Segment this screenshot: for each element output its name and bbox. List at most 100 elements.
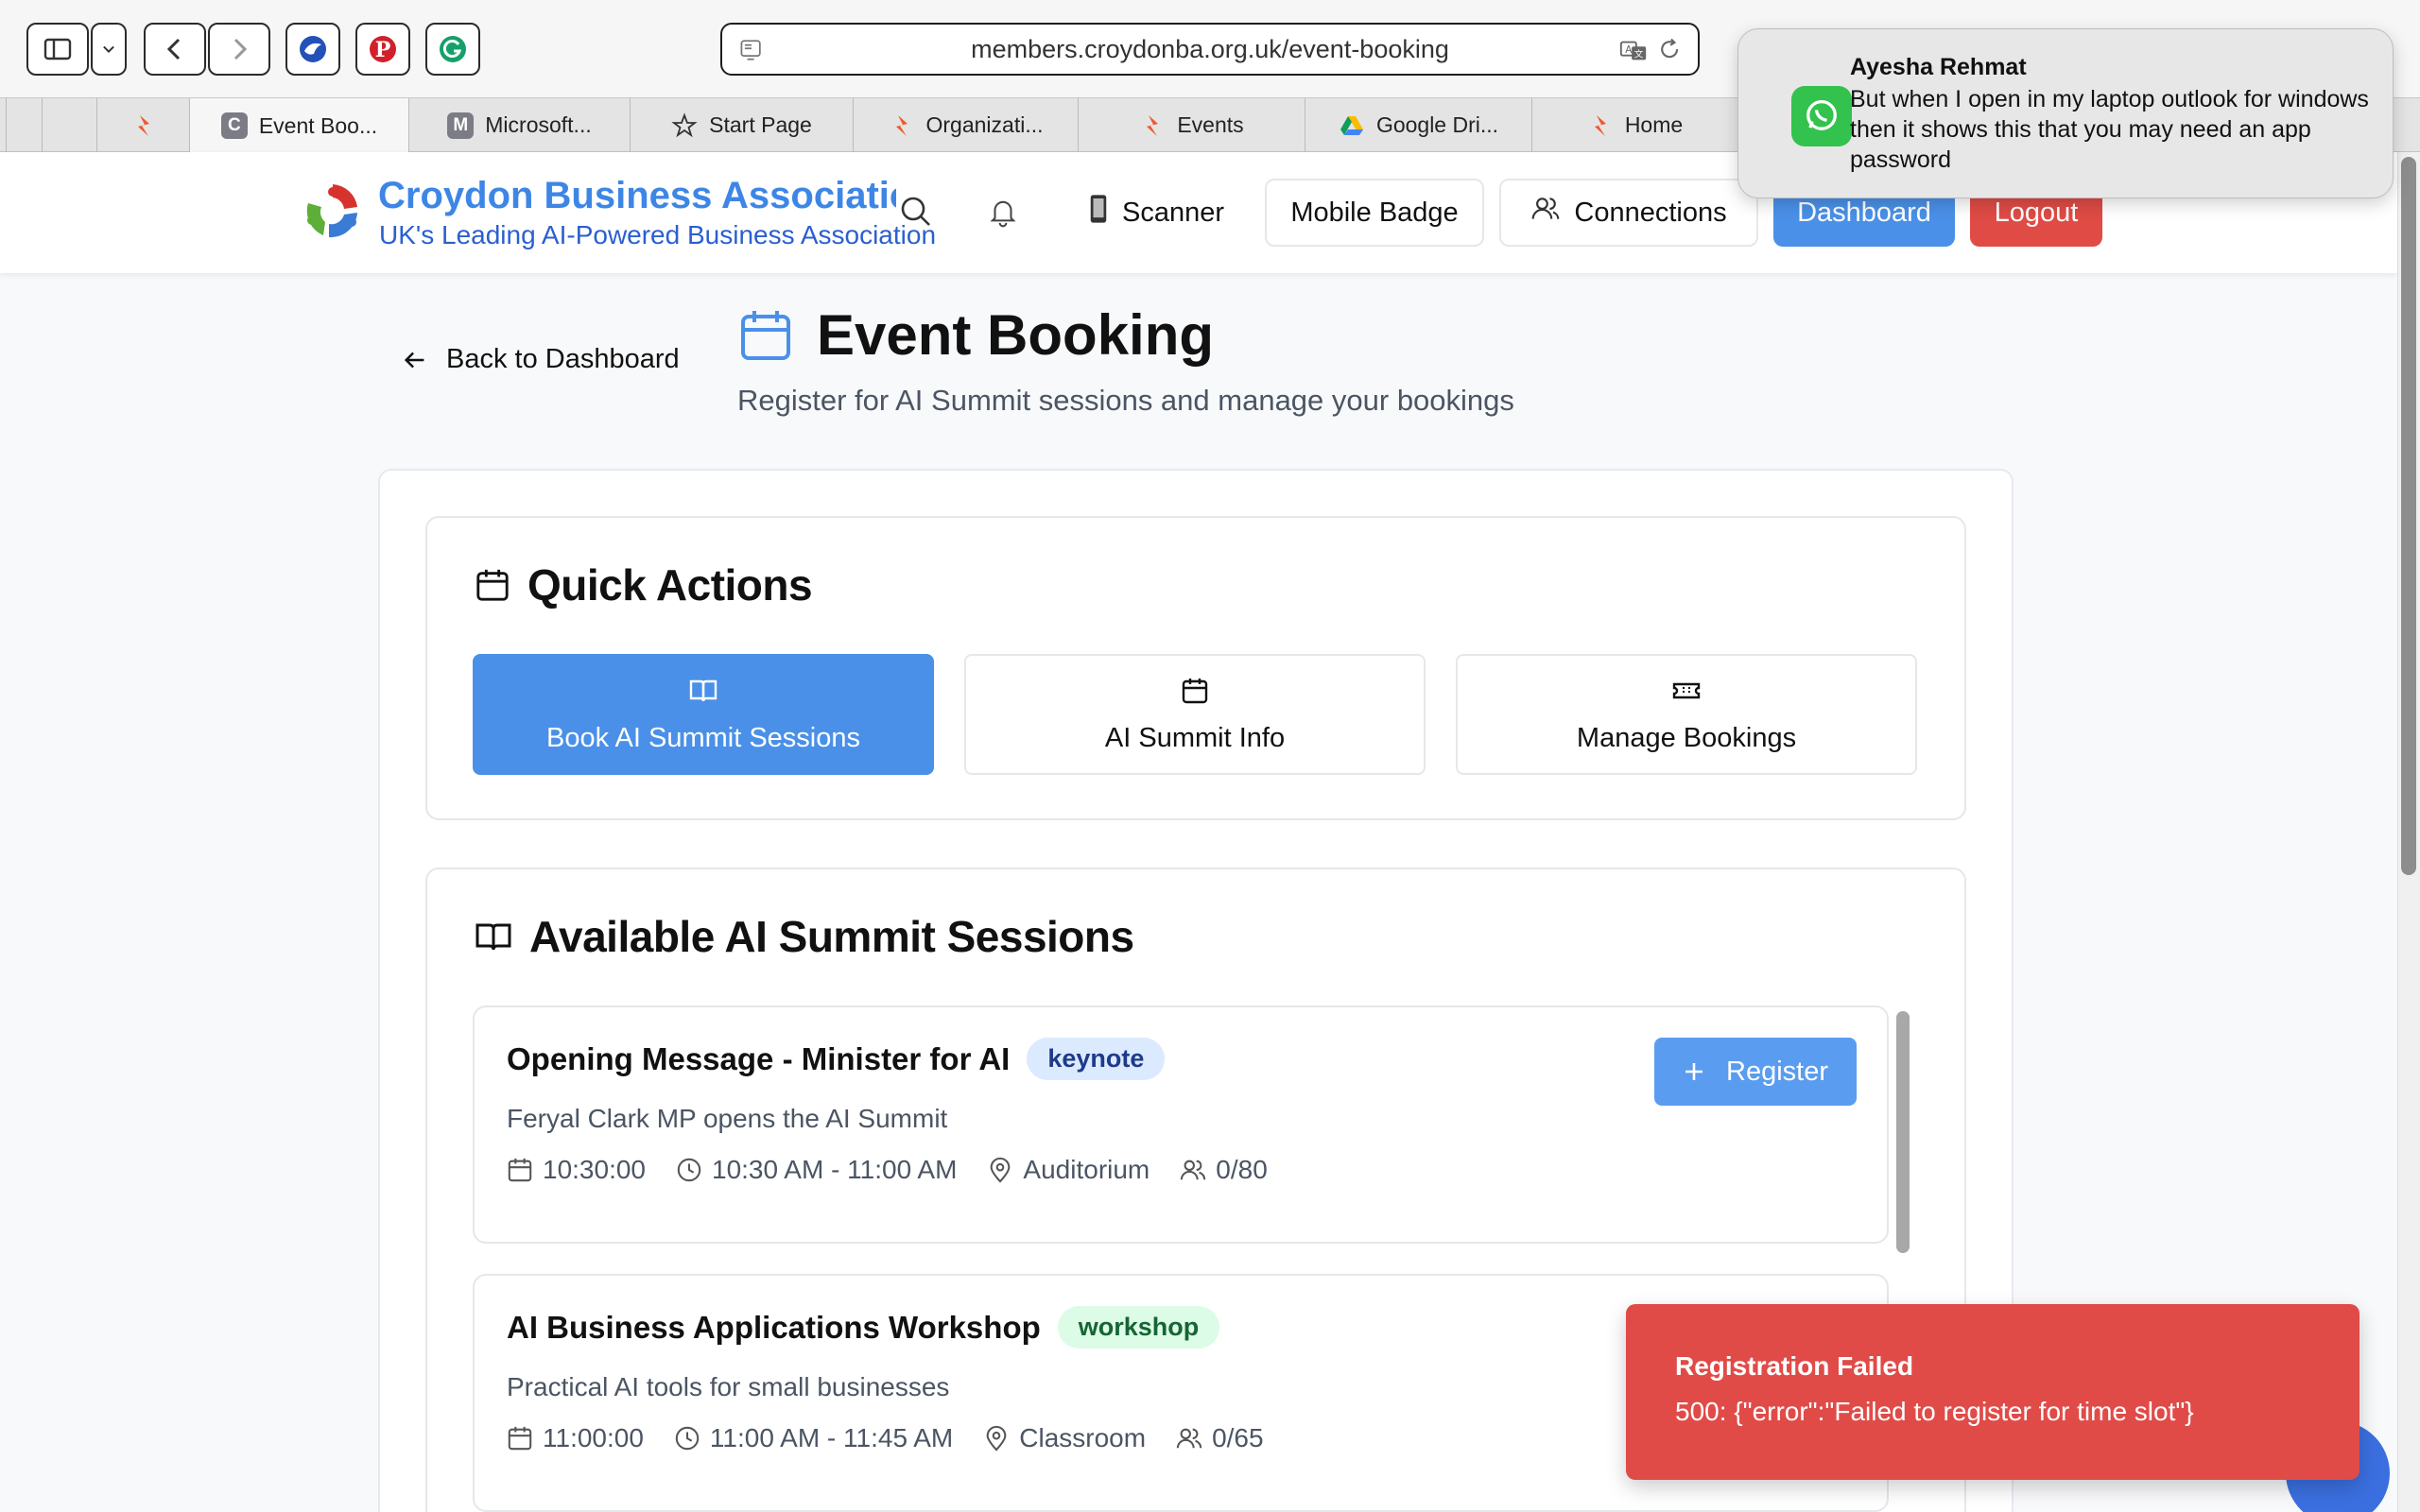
tab-events[interactable]: Events <box>1078 98 1305 152</box>
tab-event-booking[interactable]: C Event Boo... <box>189 98 408 153</box>
plus-icon <box>1685 1063 1703 1080</box>
connections-label: Connections <box>1574 197 1727 228</box>
back-label: Back to Dashboard <box>446 344 680 374</box>
chevron-down-icon <box>103 45 114 53</box>
brand-title[interactable]: Croydon Business Association <box>378 175 896 217</box>
letter-m-icon: M <box>447 112 475 139</box>
url-bar[interactable]: members.croydonba.org.uk/event-booking A… <box>720 23 1700 76</box>
dashboard-label: Dashboard <box>1797 197 1931 228</box>
extension-button[interactable] <box>285 23 340 76</box>
notification-message: But when I open in my laptop outlook for… <box>1850 86 2369 173</box>
back-button[interactable] <box>144 23 206 76</box>
flame-icon <box>1587 112 1614 139</box>
page-subtitle: Register for AI Summit sessions and mana… <box>737 384 1514 417</box>
session-location: Classroom <box>1019 1423 1147 1452</box>
tab-google-drive[interactable]: Google Dri... <box>1305 98 1531 152</box>
session-date: 10:30:00 <box>543 1155 646 1184</box>
chevron-left-icon <box>166 38 181 60</box>
session-time: 11:00 AM - 11:45 AM <box>709 1423 954 1452</box>
session-description: Practical AI tools for small businesses <box>507 1372 950 1401</box>
page-scroll-thumb[interactable] <box>2401 157 2416 875</box>
calendar-icon <box>508 1426 532 1451</box>
back-to-dashboard-link[interactable]: Back to Dashboard <box>401 344 680 375</box>
ticket-icon <box>1672 682 1701 698</box>
whatsapp-icon <box>1791 86 1852 146</box>
calendar-icon <box>1182 678 1208 703</box>
users-icon <box>1181 1160 1206 1180</box>
users-icon <box>1176 1428 1202 1449</box>
tab-label: Google Dri... <box>1375 112 1499 137</box>
mobile-phone-icon <box>1088 193 1109 232</box>
page-icon <box>740 40 761 60</box>
error-toast[interactable]: Registration Failed 500: {"error":"Faile… <box>1626 1304 2360 1480</box>
session-title: AI Business Applications Workshop <box>507 1309 1041 1345</box>
sessions-scroll-thumb[interactable] <box>1896 1011 1910 1253</box>
users-icon <box>1530 194 1561 232</box>
session-description: Feryal Clark MP opens the AI Summit <box>507 1104 948 1133</box>
session-type-badge: keynote <box>1027 1038 1166 1080</box>
quick-actions-title: Quick Actions <box>527 560 813 610</box>
register-button[interactable]: Register <box>1654 1038 1857 1106</box>
page-title: Event Booking <box>817 303 1215 367</box>
mobile-badge-button[interactable]: Mobile Badge <box>1265 179 1484 247</box>
tab-start-page[interactable]: Start Page <box>630 98 853 152</box>
clock-icon <box>677 1158 701 1182</box>
book-sessions-button[interactable]: Book AI Summit Sessions <box>473 654 934 775</box>
sidebar-icon <box>43 38 72 60</box>
tab-blank-1[interactable] <box>6 98 42 152</box>
session-date: 11:00:00 <box>543 1423 644 1452</box>
summit-info-button[interactable]: AI Summit Info <box>964 654 1426 775</box>
whatsapp-notification[interactable]: Ayesha Rehmat But when I open in my lapt… <box>1737 28 2394 198</box>
summit-info-label: AI Summit Info <box>1104 722 1286 753</box>
chevron-right-icon <box>233 38 248 60</box>
svg-text:文: 文 <box>1634 49 1644 60</box>
arrow-left-icon <box>404 352 424 368</box>
session-title: Opening Message - Minister for AI <box>507 1040 1011 1076</box>
sessions-heading: Available AI Summit Sessions <box>475 911 1134 962</box>
notification-sender: Ayesha Rehmat <box>1850 54 2027 80</box>
connections-button[interactable]: Connections <box>1499 179 1758 247</box>
tab-label: Home <box>1624 112 1684 137</box>
google-drive-icon <box>1339 112 1365 139</box>
extension-bird-icon <box>300 36 326 62</box>
brand-subtitle: UK's Leading AI-Powered Business Associa… <box>379 220 937 249</box>
session-meta: 11:00:00 11:00 AM - 11:45 AM Classroom 0… <box>507 1423 1264 1453</box>
star-icon <box>671 112 698 139</box>
svg-text:A: A <box>1625 44 1632 56</box>
reload-icon[interactable] <box>1656 36 1685 64</box>
error-message: 500: {"error":"Failed to register for ti… <box>1675 1397 2194 1426</box>
scanner-button[interactable]: Scanner <box>1068 179 1244 247</box>
bell-icon[interactable] <box>983 192 1023 232</box>
grammarly-icon <box>440 36 466 62</box>
session-capacity: 0/80 <box>1216 1155 1268 1184</box>
tab-label: Microsoft... <box>485 112 592 137</box>
tab-blank-2[interactable] <box>42 98 96 152</box>
search-icon[interactable] <box>896 192 936 232</box>
translate-icon[interactable]: A文 <box>1618 36 1649 66</box>
manage-bookings-button[interactable]: Manage Bookings <box>1456 654 1917 775</box>
map-pin-icon <box>991 1157 1011 1183</box>
pinterest-button[interactable]: P <box>355 23 410 76</box>
tab-pinned-flame[interactable] <box>96 98 189 152</box>
quick-actions-heading: Quick Actions <box>475 559 813 610</box>
tab-organization[interactable]: Organizati... <box>853 98 1078 152</box>
forward-button[interactable] <box>208 23 270 76</box>
tab-label: Organizati... <box>925 112 1044 137</box>
grammarly-button[interactable] <box>425 23 480 76</box>
flame-icon <box>1139 112 1166 139</box>
tab-menu-button[interactable] <box>91 23 127 76</box>
url-text: members.croydonba.org.uk/event-booking <box>971 34 1449 63</box>
flame-icon <box>130 112 157 139</box>
cba-logo[interactable] <box>301 179 365 243</box>
session-location: Auditorium <box>1023 1155 1150 1184</box>
calendar-icon <box>508 1158 532 1182</box>
tab-microsoft[interactable]: M Microsoft... <box>408 98 630 152</box>
session-meta: 10:30:00 10:30 AM - 11:00 AM Auditorium … <box>507 1155 1268 1185</box>
tab-home[interactable]: Home <box>1531 98 1737 152</box>
register-label: Register <box>1726 1056 1828 1087</box>
session-time: 10:30 AM - 11:00 AM <box>712 1155 958 1184</box>
page-heading: Event Booking <box>737 302 1214 368</box>
session-card: Opening Message - Minister for AI keynot… <box>473 1005 1889 1244</box>
mobile-badge-label: Mobile Badge <box>1290 197 1459 228</box>
sidebar-toggle-button[interactable] <box>26 23 89 76</box>
